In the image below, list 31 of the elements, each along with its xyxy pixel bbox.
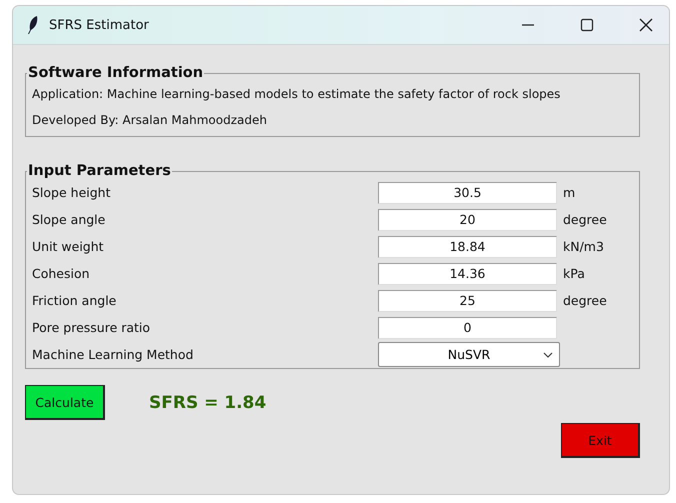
frame-title: Software Information — [27, 65, 204, 81]
feather-icon — [27, 15, 39, 35]
input-field[interactable]: 0 — [378, 316, 557, 338]
window-title: SFRS Estimator — [49, 18, 149, 32]
parameter-label: Pore pressure ratio — [32, 320, 152, 335]
method-dropdown[interactable]: NuSVR — [378, 342, 560, 367]
unit-label: kPa — [563, 266, 585, 281]
parameter-label: Slope angle — [32, 212, 106, 227]
parameter-label: Machine Learning Method — [32, 347, 194, 362]
unit-label: degree — [563, 293, 607, 308]
chevron-icon — [543, 352, 553, 358]
input-field[interactable]: 18.84 — [378, 236, 557, 258]
parameter-label: Friction angle — [32, 293, 118, 308]
exit-button[interactable]: Exit — [561, 423, 640, 458]
input-field[interactable]: 14.36 — [378, 262, 557, 284]
frame-title: Input Parameters — [27, 163, 172, 179]
info-text: Developed By: Arsalan Mahmoodzadeh — [32, 112, 268, 129]
parameter-label: Slope height — [32, 185, 112, 200]
unit-label: m — [563, 185, 576, 200]
input-field[interactable]: 30.5 — [378, 182, 557, 204]
parameter-label: Unit weight — [32, 239, 105, 254]
input-field[interactable]: 20 — [378, 208, 557, 230]
calculate-button[interactable]: Calculate — [25, 385, 105, 420]
close-icon[interactable] — [639, 18, 653, 32]
unit-label: kN/m3 — [563, 239, 604, 254]
result-text: SFRS = 1.84 — [149, 392, 266, 412]
unit-label: degree — [563, 212, 607, 227]
info-text: Application: Machine learning-based models to estimate the safety factor of rock slopes — [32, 86, 562, 103]
parameter-label: Cohesion — [32, 266, 91, 281]
input-field[interactable]: 25 — [378, 290, 557, 312]
maximize-icon[interactable] — [580, 18, 594, 32]
